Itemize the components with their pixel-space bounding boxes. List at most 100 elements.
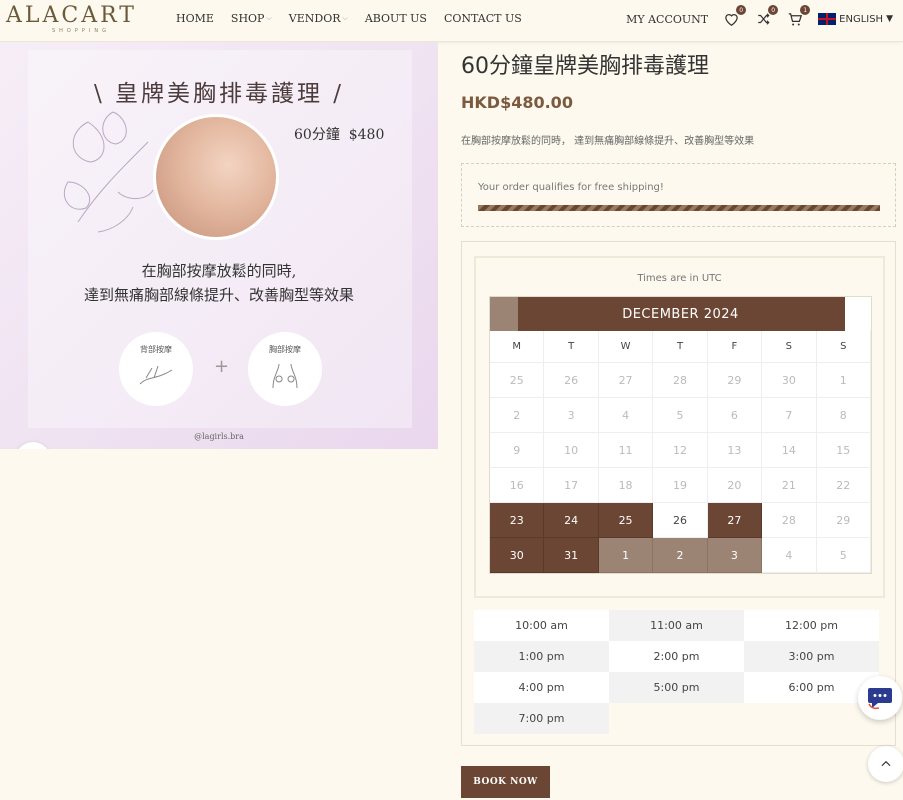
prev-month-button[interactable] xyxy=(490,297,518,331)
back-massage-icon xyxy=(139,365,173,385)
calendar-day: 4 xyxy=(598,398,654,433)
image-line-2: 達到無痛胸部線條提升、改善胸型等效果 xyxy=(83,286,354,304)
image-handle: @lagirls.bra xyxy=(194,432,244,441)
image-price: 60分鐘 $480 xyxy=(294,124,384,144)
nav-contact[interactable]: CONTACT US xyxy=(444,12,522,25)
calendar-days: 25 26 27 28 29 30 1 2 3 4 5 6 7 8 9 10 11 12 13 14 15 16 17 18 1… xyxy=(490,363,871,573)
time-slot[interactable]: 3:00 pm xyxy=(744,641,879,672)
calendar-day: 20 xyxy=(707,468,763,503)
booking-form: Times are in UTC DECEMBER 2024 MTWTFSS 2… xyxy=(461,241,896,746)
calendar-day: 13 xyxy=(707,433,763,468)
chevron-up-icon xyxy=(881,760,891,767)
calendar-day: 27 xyxy=(598,363,654,398)
weekday-label: F xyxy=(707,331,763,363)
cart-count-badge: 1 xyxy=(800,5,811,15)
shipping-progress-bar xyxy=(478,205,880,211)
compare-button[interactable]: 0 xyxy=(754,5,779,28)
my-account-link[interactable]: MY ACCOUNT xyxy=(626,13,708,26)
calendar-day: 28 xyxy=(653,363,708,398)
calendar-day: 12 xyxy=(653,433,708,468)
calendar-day[interactable]: 23 xyxy=(490,503,545,538)
calendar-day[interactable]: 3 xyxy=(707,538,763,573)
calendar-day: 19 xyxy=(653,468,708,503)
chevron-down-icon: ⌵ xyxy=(266,14,272,22)
calendar-day: 16 xyxy=(490,468,545,503)
weekday-label: T xyxy=(653,331,708,363)
time-slot[interactable]: 7:00 pm xyxy=(474,703,609,734)
calendar-day[interactable]: 25 xyxy=(598,503,654,538)
time-slot[interactable]: 11:00 am xyxy=(609,610,744,641)
calendar-day[interactable]: 27 xyxy=(707,503,763,538)
wishlist-count-badge: 0 xyxy=(736,5,747,15)
product-description: 在胸部按摩放鬆的同時， 達到無痛胸部線條提升、改善胸型等效果 xyxy=(461,136,755,147)
product-image[interactable]: \ 皇牌美胸排毒護理 / 60分鐘 $480 在胸部按摩放鬆的同時, 達到無痛胸… xyxy=(0,42,438,449)
logo[interactable]: ALACART SHOPPING xyxy=(6,3,137,35)
massage-photo xyxy=(153,114,279,240)
calendar-month: DECEMBER 2024 xyxy=(622,306,739,322)
nav-home-label: HOME xyxy=(176,12,214,25)
wishlist-button[interactable]: 0 xyxy=(722,5,747,28)
heart-icon xyxy=(724,14,738,26)
calendar-day: 21 xyxy=(762,468,817,503)
calendar-day: 18 xyxy=(598,468,654,503)
uk-flag-icon xyxy=(818,13,837,25)
chevron-down-icon: ⌵ xyxy=(342,14,348,22)
time-slots: 10:00 am 11:00 am 12:00 pm 1:00 pm 2:00 pm 3:… xyxy=(474,610,879,734)
compare-count-badge: 0 xyxy=(768,5,779,15)
chat-button[interactable] xyxy=(858,676,902,720)
product-price: HKD$480.00 xyxy=(461,93,573,112)
image-price-text: $480 xyxy=(348,127,385,143)
calendar-day: 3 xyxy=(544,398,599,433)
calendar-day[interactable]: 2 xyxy=(653,538,708,573)
weekday-label: S xyxy=(762,331,817,363)
calendar-day: 7 xyxy=(762,398,817,433)
flower-decoration-icon xyxy=(63,111,154,233)
weekday-label: W xyxy=(598,331,654,363)
image-title: \ 皇牌美胸排毒護理 / xyxy=(93,81,345,107)
chest-massage-label: 胸部按摩 xyxy=(269,345,301,354)
calendar-day[interactable]: 1 xyxy=(598,538,654,573)
cart-button[interactable]: 1 xyxy=(786,5,811,28)
next-month-button[interactable] xyxy=(845,297,871,331)
book-now-button[interactable]: BOOK NOW xyxy=(461,766,550,798)
zoom-button[interactable] xyxy=(15,442,51,449)
time-slot[interactable]: 1:00 pm xyxy=(474,641,609,672)
time-slot[interactable]: 5:00 pm xyxy=(609,672,744,703)
compare-icon xyxy=(757,13,770,25)
nav-about[interactable]: ABOUT US xyxy=(365,12,427,25)
calendar-day: 5 xyxy=(653,398,708,433)
calendar-day[interactable]: 30 xyxy=(490,538,545,573)
calendar-day: 25 xyxy=(490,363,545,398)
weekday-label: M xyxy=(490,331,545,363)
nav-home[interactable]: HOME xyxy=(176,12,214,25)
weekday-label: S xyxy=(816,331,871,363)
calendar-day[interactable]: 24 xyxy=(544,503,599,538)
header-actions: MY ACCOUNT 0 0 1 ENGLISH ▼ xyxy=(626,5,893,28)
chest-massage-circle: 胸部按摩 xyxy=(248,332,322,406)
time-slot[interactable]: 10:00 am xyxy=(474,610,609,641)
language-label: ENGLISH xyxy=(839,13,884,25)
back-massage-label: 背部按摩 xyxy=(140,345,172,354)
site-header: ALACART SHOPPING HOME SHOP ⌵ VENDOR ⌵ ABOU… xyxy=(0,0,903,42)
calendar-day: 11 xyxy=(598,433,654,468)
logo-text: ALACART xyxy=(6,3,137,28)
calendar-header: DECEMBER 2024 xyxy=(490,297,871,331)
language-switcher[interactable]: ENGLISH ▼ xyxy=(818,13,893,25)
nav-vendor-label: VENDOR xyxy=(288,12,341,25)
scroll-to-top-button[interactable] xyxy=(868,746,903,782)
nav-shop[interactable]: SHOP ⌵ xyxy=(231,12,272,25)
calendar-day: 29 xyxy=(816,503,871,538)
back-massage-circle: 背部按摩 xyxy=(119,332,193,406)
timezone-note: Times are in UTC xyxy=(637,273,722,284)
calendar-day: 4 xyxy=(762,538,817,573)
image-line-1: 在胸部按摩放鬆的同時, xyxy=(141,262,297,280)
time-slot[interactable]: 4:00 pm xyxy=(474,672,609,703)
time-slot[interactable]: 2:00 pm xyxy=(609,641,744,672)
nav-vendor[interactable]: VENDOR ⌵ xyxy=(289,12,348,25)
nav-contact-label: CONTACT US xyxy=(443,12,522,25)
calendar: DECEMBER 2024 MTWTFSS 25 26 27 28 29 30 1 2 3 4 5 6… xyxy=(489,296,872,574)
calendar-day[interactable]: 31 xyxy=(544,538,599,573)
weekday-label: T xyxy=(544,331,599,363)
calendar-day: 8 xyxy=(816,398,871,433)
time-slot[interactable]: 12:00 pm xyxy=(744,610,879,641)
